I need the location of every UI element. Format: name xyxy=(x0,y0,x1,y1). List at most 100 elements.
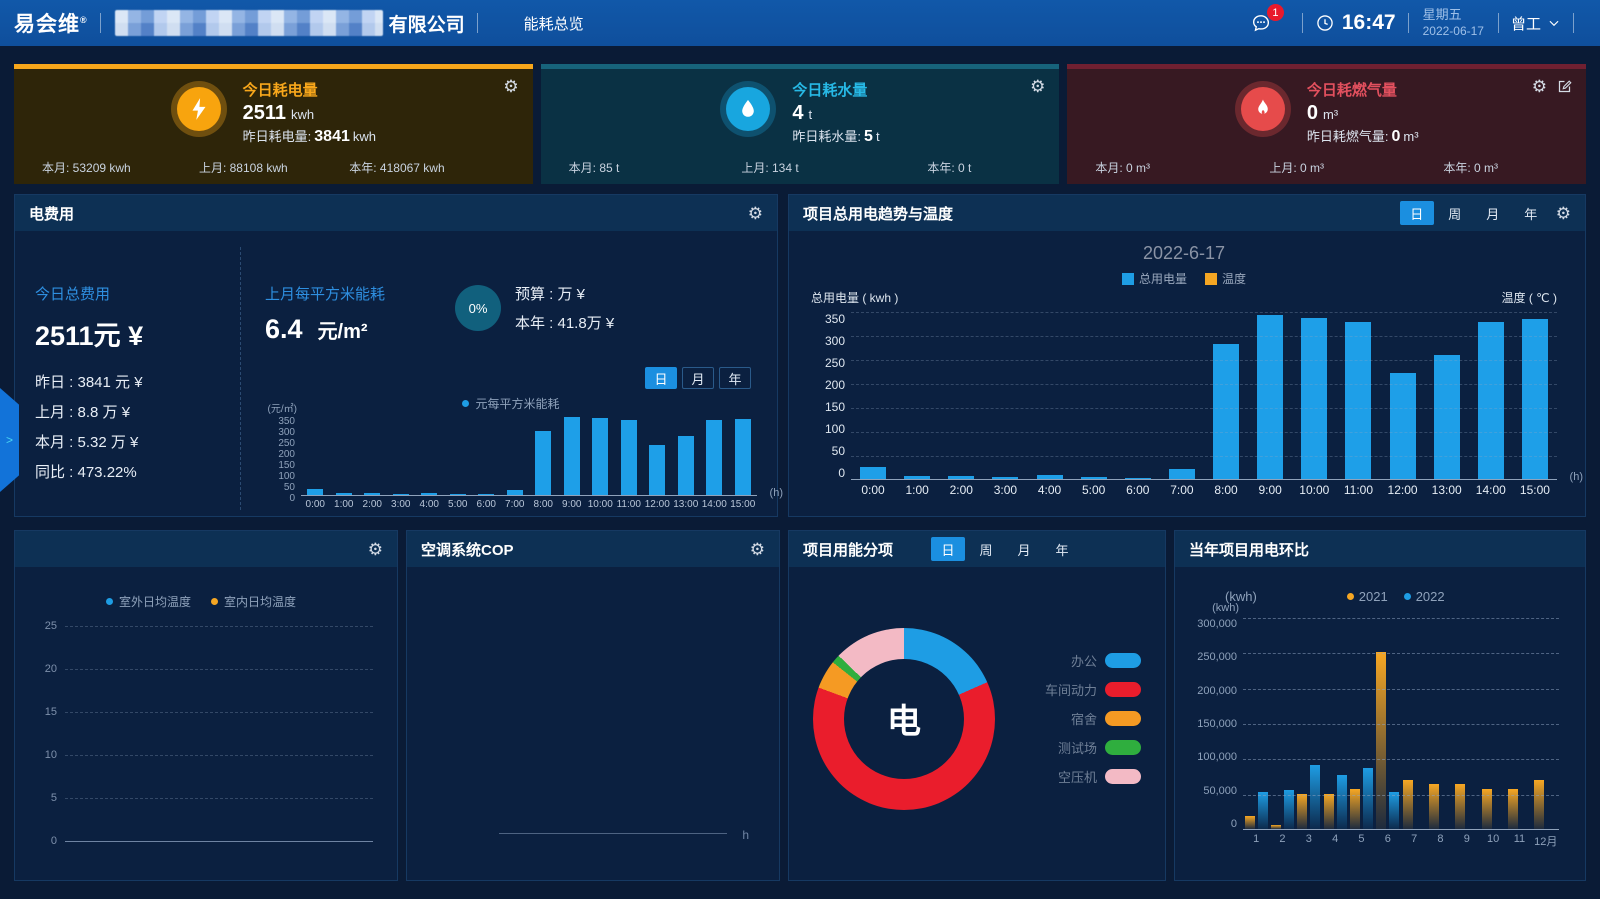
energy-donut-chart: 电 xyxy=(813,628,995,810)
budget-line: 预算 : 万 ¥ xyxy=(515,283,614,304)
chevron-down-icon xyxy=(1547,16,1561,30)
kpi-value: 4t xyxy=(792,102,879,125)
tab-month[interactable]: 月 xyxy=(1476,201,1510,225)
kpi-value: 2511kwh xyxy=(243,102,376,125)
legend-label: 总用电量 xyxy=(1139,270,1187,287)
gear-icon[interactable]: ⚙ xyxy=(368,541,383,558)
legend-dot xyxy=(211,598,218,605)
kpi-card-gas: 今日耗燃气量 0m³ 昨日耗燃气量:0m³ 本月: 0 m³ 上月: 0 m³ … xyxy=(1067,64,1586,184)
divider xyxy=(1408,13,1409,33)
tab-year[interactable]: 年 xyxy=(1045,537,1079,561)
water-drop-icon xyxy=(720,81,776,137)
stat-year: 本年: 0 m³ xyxy=(1364,159,1558,176)
gear-icon[interactable]: ⚙ xyxy=(748,205,763,222)
tab-year[interactable]: 年 xyxy=(1514,201,1548,225)
tab-day[interactable]: 日 xyxy=(931,537,965,561)
clock-icon xyxy=(1315,13,1335,33)
divider xyxy=(1302,13,1303,33)
cost-row: 本月 : 5.32 万 ¥ xyxy=(35,431,240,452)
weekday-text: 星期五 xyxy=(1423,7,1484,23)
clock: 16:47 xyxy=(1315,11,1396,35)
kpi-yesterday: 昨日耗燃气量:0m³ xyxy=(1307,126,1419,146)
company-name-redacted xyxy=(115,10,383,36)
stat-year: 本年: 418067 kwh xyxy=(310,159,504,176)
panel-electricity-cost: 电费用 ⚙ 今日总费用 2511元 ¥ 昨日 : 3841 元 ¥ 上月 : 8… xyxy=(14,194,778,517)
kpi-title: 今日耗电量 xyxy=(243,79,376,100)
legend-dot xyxy=(1347,593,1354,600)
electricity-icon xyxy=(171,81,227,137)
sidebar-expand-handle[interactable]: > xyxy=(0,388,19,492)
kpi-stats: 本月: 85 t 上月: 134 t 本年: 0 t xyxy=(557,159,1044,178)
stat-last-month: 上月: 134 t xyxy=(703,159,837,176)
kpi-title: 今日耗燃气量 xyxy=(1307,79,1419,100)
nav-energy-overview[interactable]: 能耗总览 xyxy=(524,13,584,34)
panel-title: 电费用 xyxy=(29,203,74,224)
messages-button[interactable]: 1 xyxy=(1250,12,1272,34)
user-menu[interactable]: 曾工 xyxy=(1511,13,1561,34)
stat-month: 本月: 53209 kwh xyxy=(42,159,176,176)
kpi-yesterday: 昨日耗电量:3841kwh xyxy=(243,126,376,146)
cost-per-sqm-chart: (元/㎡)350300250200150100500(h)0:001:002:0… xyxy=(265,416,757,510)
legend-label: 2021 xyxy=(1359,589,1388,604)
stat-last-month: 上月: 88108 kwh xyxy=(176,159,310,176)
accent-bar xyxy=(1067,64,1586,69)
panel-energy-breakdown: 项目用能分项 日 周 月 年 电 办公车间动力宿舍测试场空压机 xyxy=(788,530,1166,881)
cost-row: 昨日 : 3841 元 ¥ xyxy=(35,371,240,392)
gear-icon[interactable]: ⚙ xyxy=(503,78,518,95)
donut-legend-item: 办公 xyxy=(1045,651,1141,670)
gear-icon[interactable]: ⚙ xyxy=(1532,78,1547,95)
chart-legend: 总用电量 温度 xyxy=(811,270,1557,287)
donut-legend-item: 空压机 xyxy=(1045,767,1141,786)
today-cost-value: 2511元 ¥ xyxy=(35,314,240,353)
tab-week[interactable]: 周 xyxy=(1438,201,1472,225)
year-line: 本年 : 41.8万 ¥ xyxy=(515,312,614,333)
kpi-card-electricity: 今日耗电量 2511kwh 昨日耗电量:3841kwh 本月: 53209 kw… xyxy=(14,64,533,184)
tab-month[interactable]: 月 xyxy=(1007,537,1041,561)
panel-power-trend: 项目总用电趋势与温度 日 周 月 年 ⚙ 2022-6-17 总用电量 温度 总… xyxy=(788,194,1586,517)
donut-center-label: 电 xyxy=(887,694,921,743)
panel-yoy-power: 当年项目用电环比 (kwh) 2021 2022 (kwh)300,000250… xyxy=(1174,530,1586,881)
panel-daily-temperature: ⚙ 室外日均温度 室内日均温度 2520151050 xyxy=(14,530,398,881)
stat-year: 本年: 0 t xyxy=(837,159,1031,176)
stat-last-month: 上月: 0 m³ xyxy=(1230,159,1364,176)
company-name-suffix: 有限公司 xyxy=(389,10,465,37)
divider xyxy=(1498,13,1499,33)
donut-legend-item: 宿舍 xyxy=(1045,709,1141,728)
stat-month: 本月: 85 t xyxy=(569,159,703,176)
cost-row: 同比 : 473.22% xyxy=(35,461,240,482)
gear-icon[interactable]: ⚙ xyxy=(750,541,765,558)
kpi-title: 今日耗水量 xyxy=(792,79,879,100)
panel-title: 空调系统COP xyxy=(421,539,514,560)
legend-dot xyxy=(106,598,113,605)
yoy-bar-chart: (kwh)300,000250,000200,000150,000100,000… xyxy=(1191,618,1559,849)
kpi-stats: 本月: 0 m³ 上月: 0 m³ 本年: 0 m³ xyxy=(1083,159,1570,178)
mini-chart-legend: 元每平方米能耗 xyxy=(265,395,757,412)
tab-month[interactable]: 月 xyxy=(682,367,714,389)
user-name: 曾工 xyxy=(1511,13,1541,34)
panel-hvac-cop: 空调系统COP ⚙ h xyxy=(406,530,780,881)
tab-week[interactable]: 周 xyxy=(969,537,1003,561)
gear-icon[interactable]: ⚙ xyxy=(1556,205,1571,222)
edit-icon[interactable] xyxy=(1557,79,1572,94)
gear-icon[interactable]: ⚙ xyxy=(1030,78,1045,95)
kpi-yesterday: 昨日耗水量:5t xyxy=(792,126,879,146)
temperature-legend: 室外日均温度 室内日均温度 xyxy=(29,593,373,610)
tab-day[interactable]: 日 xyxy=(645,367,677,389)
sqm-label: 上月每平方米能耗 xyxy=(265,283,455,304)
tab-year[interactable]: 年 xyxy=(719,367,751,389)
cost-row: 上月 : 8.8 万 ¥ xyxy=(35,401,240,422)
today-cost-label: 今日总费用 xyxy=(35,283,240,304)
yoy-legend: 2021 2022 xyxy=(1347,589,1445,604)
divider xyxy=(100,13,101,33)
kpi-value: 0m³ xyxy=(1307,102,1419,125)
right-axis-label: 温度 ( ℃ ) xyxy=(1502,289,1557,306)
kpi-card-water: 今日耗水量 4t 昨日耗水量:5t 本月: 85 t 上月: 134 t 本年:… xyxy=(541,64,1060,184)
tab-day[interactable]: 日 xyxy=(1400,201,1434,225)
legend-label: 室外日均温度 xyxy=(119,593,191,610)
chart-date-title: 2022-6-17 xyxy=(811,243,1557,264)
date-block: 星期五 2022-06-17 xyxy=(1423,7,1484,38)
left-axis-label: 总用电量 ( kwh ) xyxy=(811,289,898,306)
kpi-stats: 本月: 53209 kwh 上月: 88108 kwh 本年: 418067 k… xyxy=(30,159,517,178)
budget-percent-circle: 0% xyxy=(455,285,501,331)
accent-bar xyxy=(541,64,1060,69)
